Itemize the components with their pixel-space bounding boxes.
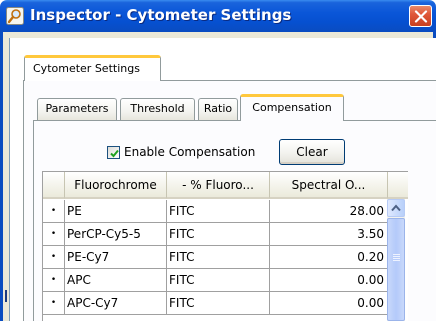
tab-compensation[interactable]: Compensation — [240, 94, 344, 121]
spectral-overlap-cell[interactable]: 0.00 — [270, 269, 388, 292]
fluorochrome-cell[interactable]: APC — [65, 269, 167, 292]
enable-compensation-checkbox[interactable] — [107, 146, 120, 159]
row-marker[interactable]: • — [43, 223, 65, 246]
thumb-grip-line — [393, 260, 400, 261]
close-icon — [414, 10, 428, 23]
spectral-overlap-cell[interactable]: 28.00 — [270, 200, 388, 223]
fluorochrome-cell[interactable]: PerCP-Cy5-5 — [65, 223, 167, 246]
tab-label: Compensation — [252, 101, 332, 114]
fluorochrome-cell[interactable]: PE — [65, 200, 167, 223]
column-header-fluorochrome[interactable]: Fluorochrome — [65, 172, 167, 199]
inspector-icon — [6, 7, 24, 25]
table-row[interactable]: • APC FITC 0.00 — [43, 269, 408, 292]
spectral-overlap-cell[interactable]: 3.50 — [270, 223, 388, 246]
row-marker[interactable]: • — [43, 246, 65, 269]
tab-parameters[interactable]: Parameters — [37, 98, 117, 120]
tab-label: Ratio — [203, 102, 233, 115]
tab-threshold[interactable]: Threshold — [120, 98, 195, 120]
scrollbar-thumb[interactable] — [387, 218, 405, 321]
spectral-overlap-cell[interactable]: 0.00 — [270, 292, 388, 315]
minus-fluoro-cell[interactable]: FITC — [167, 200, 270, 223]
thumb-grip-line — [393, 258, 400, 259]
clear-button[interactable]: Clear — [279, 139, 345, 165]
window-title: Inspector - Cytometer Settings — [30, 6, 292, 24]
tab-ratio[interactable]: Ratio — [198, 98, 238, 120]
tab-cytometer-settings[interactable]: Cytometer Settings — [24, 55, 161, 81]
column-header-selector[interactable] — [43, 172, 65, 199]
compensation-grid: Fluorochrome - % Fluoro... Spectral O...… — [42, 171, 408, 321]
minus-fluoro-cell[interactable]: FITC — [167, 292, 270, 315]
spectral-overlap-cell[interactable]: 0.20 — [270, 246, 388, 269]
table-row[interactable]: • APC-Cy7 FITC 0.00 — [43, 292, 408, 315]
table-row[interactable]: • PE FITC 28.00 — [43, 200, 408, 223]
scroll-up-arrow-icon — [391, 204, 401, 212]
fluorochrome-cell[interactable]: APC-Cy7 — [65, 292, 167, 315]
row-marker[interactable]: • — [43, 200, 65, 223]
tab-label: Threshold — [130, 102, 185, 115]
tab-label: Cytometer Settings — [33, 62, 140, 75]
scroll-up-button[interactable] — [387, 199, 405, 217]
table-row[interactable]: • PE-Cy7 FITC 0.20 — [43, 246, 408, 269]
title-bar[interactable]: Inspector - Cytometer Settings — [0, 0, 436, 32]
thumb-grip-line — [393, 254, 400, 255]
row-marker[interactable]: • — [43, 269, 65, 292]
column-header-spectral-overlap[interactable]: Spectral O... — [270, 172, 388, 199]
table-row[interactable]: • PerCP-Cy5-5 FITC 3.50 — [43, 223, 408, 246]
thumb-grip-line — [393, 256, 400, 257]
minus-fluoro-cell[interactable]: FITC — [167, 269, 270, 292]
minus-fluoro-cell[interactable]: FITC — [167, 246, 270, 269]
checkmark-icon — [110, 149, 119, 158]
row-marker[interactable]: • — [43, 292, 65, 315]
minus-fluoro-cell[interactable]: FITC — [167, 223, 270, 246]
fluorochrome-cell[interactable]: PE-Cy7 — [65, 246, 167, 269]
column-header-minus-fluoro[interactable]: - % Fluoro... — [167, 172, 270, 199]
window-edge-marker — [5, 290, 7, 302]
tab-label: Parameters — [45, 102, 109, 115]
enable-compensation-label[interactable]: Enable Compensation — [124, 145, 255, 159]
close-button[interactable] — [409, 5, 432, 27]
column-header-filler — [388, 172, 408, 199]
